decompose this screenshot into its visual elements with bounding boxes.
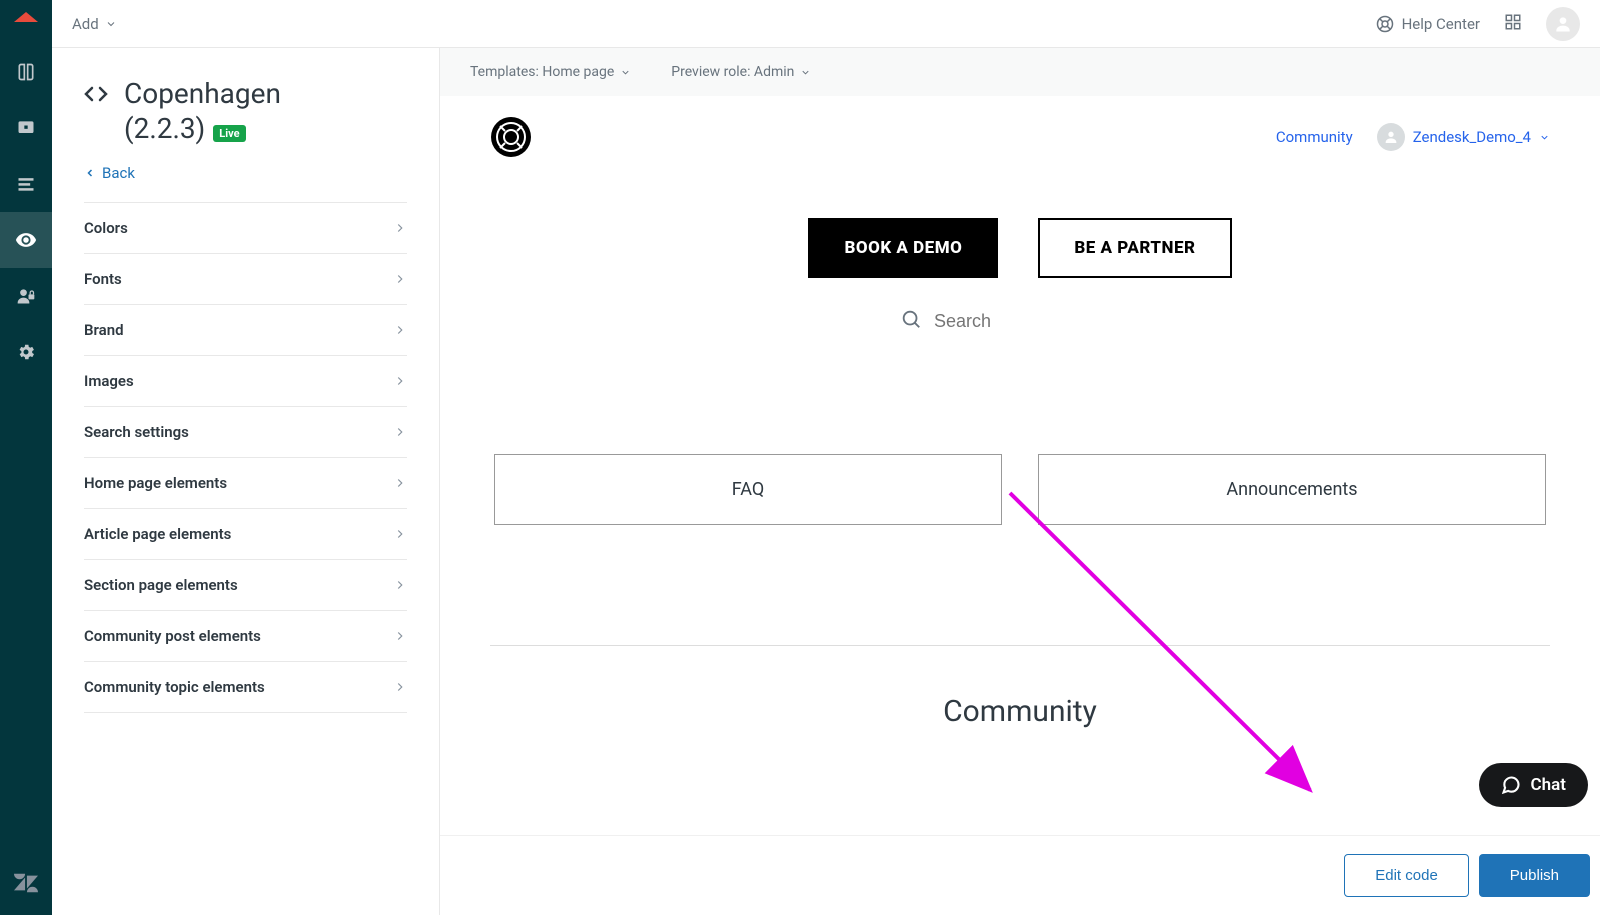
- theme-name: Copenhagen: [124, 77, 281, 110]
- settings-item-search-settings[interactable]: Search settings: [84, 407, 407, 458]
- add-menu[interactable]: Add: [72, 15, 117, 33]
- search-container: [700, 308, 1340, 334]
- hc-logo[interactable]: [490, 116, 532, 158]
- topbar: Add Help Center: [52, 0, 1600, 48]
- category-faq[interactable]: FAQ: [494, 454, 1002, 525]
- theme-title: Copenhagen (2.2.3) Live: [84, 76, 407, 146]
- settings-item-colors[interactable]: Colors: [84, 203, 407, 254]
- preview-canvas: Community Zendesk_Demo_4 BOOK A DEMO BE …: [440, 96, 1600, 835]
- chevron-right-icon: [393, 527, 407, 541]
- person-icon: [1553, 14, 1573, 34]
- edit-code-button[interactable]: Edit code: [1344, 854, 1469, 897]
- back-label: Back: [102, 164, 135, 182]
- chevron-down-icon: [800, 67, 811, 78]
- hc-user-avatar: [1377, 123, 1405, 151]
- chevron-right-icon: [393, 272, 407, 286]
- preview-role-dropdown[interactable]: Preview role: Admin: [671, 64, 811, 80]
- code-icon: [84, 82, 108, 110]
- chevron-right-icon: [393, 629, 407, 643]
- templates-dropdown[interactable]: Templates: Home page: [470, 64, 631, 80]
- settings-item-section-page-elements[interactable]: Section page elements: [84, 560, 407, 611]
- role-label: Preview role: Admin: [671, 64, 794, 80]
- settings-item-community-post-elements[interactable]: Community post elements: [84, 611, 407, 662]
- product-logo[interactable]: [0, 0, 52, 44]
- settings-item-community-topic-elements[interactable]: Community topic elements: [84, 662, 407, 713]
- lifebuoy-icon: [1376, 15, 1394, 33]
- apps-grid-icon: [1504, 13, 1522, 31]
- chat-widget[interactable]: Chat: [1479, 763, 1588, 807]
- templates-label: Templates: Home page: [470, 64, 614, 80]
- search-input[interactable]: [934, 311, 1234, 332]
- settings-item-fonts[interactable]: Fonts: [84, 254, 407, 305]
- rail-item-customize[interactable]: [0, 212, 52, 268]
- hc-user-name: Zendesk_Demo_4: [1413, 128, 1531, 146]
- categories: FAQ Announcements: [490, 454, 1550, 525]
- chevron-right-icon: [393, 425, 407, 439]
- chat-icon: [1501, 775, 1521, 795]
- category-announcements[interactable]: Announcements: [1038, 454, 1546, 525]
- help-center-label: Help Center: [1402, 15, 1480, 33]
- community-heading: Community: [490, 645, 1550, 729]
- chevron-right-icon: [393, 680, 407, 694]
- person-icon: [1383, 129, 1399, 145]
- theme-version: (2.2.3): [124, 112, 205, 145]
- theme-sidebar: Copenhagen (2.2.3) Live Back Colors Font…: [52, 48, 440, 915]
- rail-item-arrange[interactable]: [0, 156, 52, 212]
- rail-item-permissions[interactable]: [0, 268, 52, 324]
- be-partner-button[interactable]: BE A PARTNER: [1038, 218, 1231, 278]
- topbar-right: Help Center: [1376, 7, 1580, 41]
- chevron-down-icon: [1539, 132, 1550, 143]
- back-link[interactable]: Back: [84, 164, 407, 182]
- live-badge: Live: [213, 125, 245, 142]
- rail-item-guide[interactable]: [0, 44, 52, 100]
- hc-topbar: Community Zendesk_Demo_4: [490, 116, 1550, 158]
- chevron-left-icon: [84, 167, 96, 179]
- publish-button[interactable]: Publish: [1479, 854, 1590, 897]
- settings-item-home-page-elements[interactable]: Home page elements: [84, 458, 407, 509]
- hc-user-menu[interactable]: Zendesk_Demo_4: [1377, 123, 1550, 151]
- chevron-down-icon: [105, 18, 117, 30]
- chevron-right-icon: [393, 578, 407, 592]
- zendesk-logo[interactable]: [0, 861, 52, 905]
- add-label: Add: [72, 15, 99, 33]
- chevron-right-icon: [393, 323, 407, 337]
- preview-header: Templates: Home page Preview role: Admin: [440, 48, 1600, 96]
- settings-item-brand[interactable]: Brand: [84, 305, 407, 356]
- book-demo-button[interactable]: BOOK A DEMO: [808, 218, 998, 278]
- chevron-right-icon: [393, 476, 407, 490]
- apps-menu[interactable]: [1504, 13, 1522, 35]
- settings-item-images[interactable]: Images: [84, 356, 407, 407]
- help-center-link[interactable]: Help Center: [1376, 15, 1480, 33]
- footer-actions: Edit code Publish: [440, 835, 1600, 915]
- chevron-right-icon: [393, 221, 407, 235]
- hc-community-link[interactable]: Community: [1276, 128, 1353, 146]
- chevron-down-icon: [620, 67, 631, 78]
- user-avatar[interactable]: [1546, 7, 1580, 41]
- rail-item-moderate[interactable]: [0, 100, 52, 156]
- nav-rail: [0, 0, 52, 915]
- search-icon: [900, 308, 922, 334]
- chevron-right-icon: [393, 374, 407, 388]
- hero-buttons: BOOK A DEMO BE A PARTNER: [490, 218, 1550, 278]
- settings-list: Colors Fonts Brand Images Search setting…: [84, 202, 407, 713]
- rail-item-settings[interactable]: [0, 324, 52, 380]
- chat-label: Chat: [1531, 775, 1566, 795]
- settings-item-article-page-elements[interactable]: Article page elements: [84, 509, 407, 560]
